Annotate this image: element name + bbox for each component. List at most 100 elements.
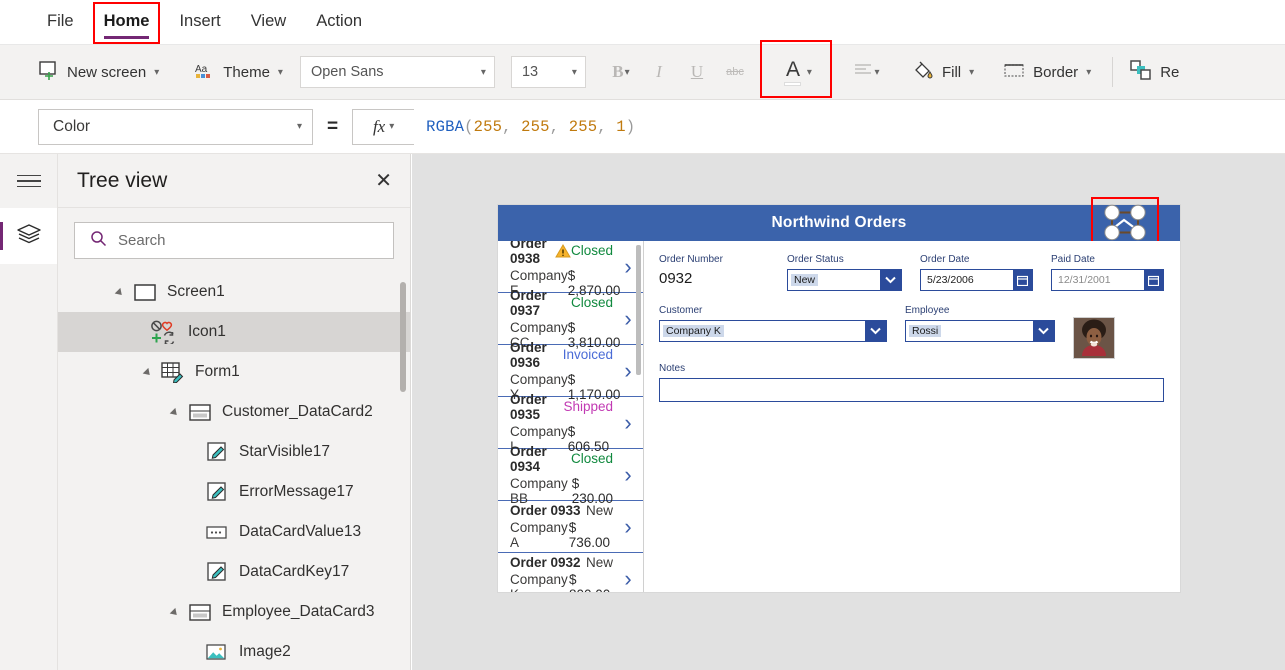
customer-dropdown[interactable]: Company K — [659, 320, 887, 342]
calendar-icon[interactable] — [1144, 270, 1163, 290]
expand-caret-icon[interactable] — [171, 406, 184, 419]
tree-item-errormessage17[interactable]: ErrorMessage17 — [58, 472, 410, 512]
customer-field: Customer Company K — [659, 305, 887, 349]
app-title: Northwind Orders — [772, 214, 907, 232]
formula-open-paren: ( — [464, 118, 474, 136]
italic-button[interactable]: I — [640, 55, 678, 89]
order-list-item[interactable]: Order 0934 Closed Company BB $ 230.00 › — [498, 449, 643, 501]
formula-arg-2: 255 — [521, 118, 550, 136]
order-date-picker[interactable]: 5/23/2006 — [920, 269, 1033, 291]
chevron-right-icon[interactable]: › — [617, 568, 639, 590]
calendar-icon[interactable] — [1013, 270, 1032, 290]
new-screen-button[interactable]: New screen ▾ — [30, 55, 168, 90]
strikethrough-button[interactable]: abc — [716, 55, 754, 89]
chevron-right-icon[interactable]: › — [617, 412, 639, 434]
border-icon — [1004, 62, 1025, 83]
order-gallery[interactable]: Order 0938 Closed — [498, 241, 644, 592]
property-select[interactable]: Color ▾ — [38, 109, 313, 145]
chevron-down-icon: ▾ — [874, 67, 879, 78]
tree-item-screen1[interactable]: Screen1 — [58, 272, 410, 312]
tree-item-datacardkey17[interactable]: DataCardKey17 — [58, 552, 410, 592]
reorder-button[interactable]: Re — [1121, 54, 1188, 91]
order-list-item[interactable]: Order 0935 Shipped Company I $ 606.50 › — [498, 397, 643, 449]
tree-item-label: Customer_DataCard2 — [222, 403, 373, 421]
align-button[interactable]: ▾ — [844, 55, 890, 89]
bold-label: B — [612, 62, 623, 82]
order-status-label: Order Status — [787, 254, 902, 265]
menu-item-action[interactable]: Action — [303, 8, 375, 36]
font-size-select[interactable]: 13 ▾ — [511, 56, 586, 88]
chevron-down-icon: ▾ — [572, 67, 577, 78]
fx-button[interactable]: fx ▾ — [352, 109, 414, 145]
tree-item-starvisible17[interactable]: StarVisible17 — [58, 432, 410, 472]
hamburger-icon — [17, 171, 41, 192]
font-size-value: 13 — [522, 64, 538, 80]
layers-icon — [16, 222, 42, 251]
chevron-right-icon[interactable]: › — [617, 516, 639, 538]
employee-label: Employee — [905, 305, 1055, 316]
menu-item-label: View — [251, 12, 286, 30]
chevron-down-icon[interactable] — [880, 270, 901, 290]
border-button[interactable]: Border ▾ — [995, 56, 1100, 89]
notes-input[interactable] — [659, 378, 1164, 402]
formula-arg-4: 1 — [616, 118, 626, 136]
bold-button[interactable]: B ▾ — [602, 55, 640, 89]
order-detail-form: Order Number 0932 Order Status New — [644, 241, 1180, 592]
formula-input[interactable]: RGBA(255, 255, 255, 1) — [414, 109, 1285, 145]
menu-item-view[interactable]: View — [238, 8, 299, 36]
order-list-item[interactable]: Order 0938 Closed — [498, 241, 643, 293]
hamburger-menu-button[interactable] — [0, 154, 57, 208]
expand-caret-icon[interactable] — [171, 606, 184, 619]
formula-arg-3: 255 — [569, 118, 598, 136]
chevron-right-icon[interactable]: › — [617, 464, 639, 486]
formula-close-paren: ) — [626, 118, 636, 136]
order-list-item[interactable]: Order 0937 Closed Company CC $ 3,810.00 … — [498, 293, 643, 345]
order-name: Order 0932 — [510, 555, 581, 570]
tree-view-rail-button[interactable] — [0, 208, 57, 264]
font-family-select[interactable]: Open Sans ▾ — [300, 56, 495, 88]
menu-item-insert[interactable]: Insert — [166, 8, 233, 36]
employee-dropdown[interactable]: Rossi — [905, 320, 1055, 342]
tree-item-form1[interactable]: Form1 — [58, 352, 410, 392]
close-icon[interactable]: ✕ — [375, 171, 392, 191]
order-info: Order 0932 New Company K $ 800.00 — [510, 555, 613, 592]
font-color-button[interactable]: A ▾ — [770, 53, 816, 91]
form-row-2: Customer Company K Employee Ro — [659, 305, 1164, 359]
app-header-bar: Northwind Orders — [498, 205, 1180, 241]
order-list-item[interactable]: Order 0936 Invoiced Company Y $ 1,170.00… — [498, 345, 643, 397]
tree-item-image2[interactable]: Image2 — [58, 632, 410, 670]
tree-item-label: Employee_DataCard3 — [222, 603, 375, 621]
paid-date-picker[interactable]: 12/31/2001 — [1051, 269, 1164, 291]
underline-button[interactable]: U — [678, 55, 716, 89]
order-status-dropdown[interactable]: New — [787, 269, 902, 291]
menu-item-home[interactable]: Home — [91, 8, 163, 36]
theme-button[interactable]: Aa Theme ▾ — [186, 55, 292, 90]
expand-caret-icon[interactable] — [116, 286, 129, 299]
order-status: Closed — [571, 243, 613, 258]
form-icon — [161, 361, 185, 383]
chevron-down-icon: ▾ — [1086, 67, 1091, 78]
chevron-down-icon[interactable] — [1033, 321, 1054, 341]
order-list-item[interactable]: Order 0933 New Company A $ 736.00 › — [498, 501, 643, 553]
dropdown-icon — [205, 521, 229, 543]
order-list-item[interactable]: Order 0932 New Company K $ 800.00 › — [498, 553, 643, 592]
fill-button[interactable]: Fill ▾ — [904, 54, 983, 90]
chevron-down-icon[interactable] — [865, 321, 886, 341]
tree-item-customer-datacard2[interactable]: Customer_DataCard2 — [58, 392, 410, 432]
expand-caret-icon[interactable] — [144, 366, 157, 379]
tree-item-icon1[interactable]: Icon1 — [58, 312, 410, 352]
menu-item-file[interactable]: File — [34, 8, 87, 36]
tree-scrollbar[interactable] — [400, 282, 406, 392]
tree-item-employee-datacard3[interactable]: Employee_DataCard3 — [58, 592, 410, 632]
chevron-down-icon: ▾ — [389, 121, 394, 132]
tree-item-datacardvalue13[interactable]: DataCardValue13 — [58, 512, 410, 552]
order-date-value: 5/23/2006 — [924, 274, 977, 286]
order-number-label: Order Number — [659, 254, 769, 265]
formula-function-name: RGBA — [426, 118, 464, 136]
search-input[interactable]: Search — [74, 222, 394, 259]
order-status: New — [586, 503, 613, 518]
order-info: Order 0933 New Company A $ 736.00 — [510, 503, 613, 550]
app-body: Order 0938 Closed — [498, 241, 1180, 592]
order-name: Order 0933 — [510, 503, 581, 518]
gallery-scrollbar[interactable] — [636, 245, 641, 375]
